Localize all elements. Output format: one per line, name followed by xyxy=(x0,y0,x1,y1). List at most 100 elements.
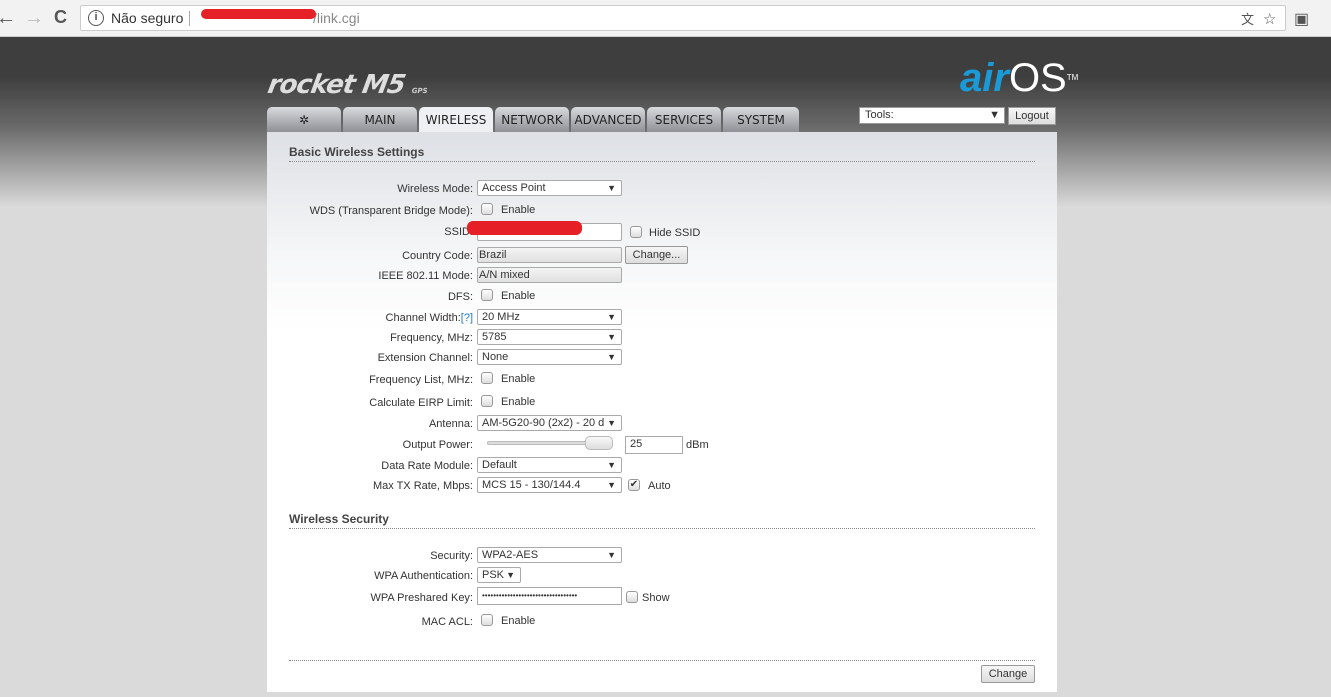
wpa-auth-row: WPA Authentication: PSK ▼ xyxy=(267,567,1057,587)
extension-icon[interactable]: ▣ xyxy=(1294,9,1309,29)
country-code-field: Brazil xyxy=(477,247,622,263)
auto-checkbox[interactable]: ✔ xyxy=(628,479,640,491)
tab-advanced[interactable]: ADVANCED xyxy=(571,107,645,132)
airos-logo: airOSTM xyxy=(960,56,1079,100)
frequency-list-checkbox[interactable] xyxy=(481,372,493,384)
browser-toolbar: ← → C i Não seguro /link.cgi 文 ☆ ▣ xyxy=(0,0,1331,37)
label: Channel Width:[?] xyxy=(385,312,473,324)
section-title-security: Wireless Security xyxy=(289,512,1035,529)
change-country-button[interactable]: Change... xyxy=(625,246,688,264)
back-button[interactable]: ← xyxy=(0,7,16,30)
url-text: /link.cgi xyxy=(313,10,360,26)
label: Output Power: xyxy=(402,439,473,451)
label: WDS (Transparent Bridge Mode): xyxy=(309,205,473,217)
mac-acl-row: MAC ACL: Enable xyxy=(267,613,1057,633)
section-title-basic: Basic Wireless Settings xyxy=(289,145,1035,162)
wds-row: WDS (Transparent Bridge Mode): Enable xyxy=(267,202,1057,222)
frequency-row: Frequency, MHz: 5785 ▼ xyxy=(267,329,1057,349)
security-label: Não seguro xyxy=(111,10,184,26)
unit-label: dBm xyxy=(686,439,709,451)
hide-ssid-checkbox[interactable] xyxy=(630,226,642,238)
max-tx-row: Max TX Rate, Mbps: MCS 15 - 130/144.4 ▼ ✔… xyxy=(267,477,1057,497)
label: Show xyxy=(642,592,670,604)
wpa-auth-select[interactable]: PSK ▼ xyxy=(477,567,521,583)
extension-channel-select[interactable]: None ▼ xyxy=(477,349,622,365)
security-row: Security: WPA2-AES ▼ xyxy=(267,547,1057,567)
rocket-m5-logo: rocket M5 GPS xyxy=(265,70,429,100)
data-rate-select[interactable]: Default ▼ xyxy=(477,457,622,473)
label: WPA Authentication: xyxy=(374,570,473,582)
label: DFS: xyxy=(447,291,473,303)
eirp-checkbox[interactable] xyxy=(481,395,493,407)
ssid-row: SSID: Hide SSID xyxy=(267,221,1057,243)
output-power-row: Output Power: 25 dBm xyxy=(267,436,1057,456)
psk-input[interactable]: •••••••••••••••••••••••••••••••••• xyxy=(477,587,622,605)
label: Hide SSID xyxy=(649,227,701,239)
logout-button[interactable]: Logout xyxy=(1008,107,1056,125)
redaction xyxy=(201,9,316,19)
mac-acl-checkbox[interactable] xyxy=(481,614,493,626)
label: Max TX Rate, Mbps: xyxy=(372,480,473,492)
show-key-checkbox[interactable] xyxy=(626,591,638,603)
extension-channel-row: Extension Channel: None ▼ xyxy=(267,349,1057,369)
country-row: Country Code: Brazil Change... xyxy=(267,246,1057,267)
info-icon[interactable]: i xyxy=(88,10,104,26)
tab-services[interactable]: SERVICES xyxy=(647,107,721,132)
label: Enable xyxy=(501,290,536,302)
tools-select[interactable]: Tools: ▼ xyxy=(859,107,1005,124)
label: Country Code: xyxy=(402,250,473,262)
label: Enable xyxy=(501,615,536,627)
dfs-row: DFS: Enable xyxy=(267,288,1057,308)
channel-width-row: Channel Width:[?] 20 MHz ▼ xyxy=(267,309,1057,329)
antenna-row: Antenna: AM-5G20-90 (2x2) - 20 dBi ▼ xyxy=(267,415,1057,435)
address-bar[interactable]: i Não seguro /link.cgi 文 ☆ xyxy=(80,5,1286,31)
tab-system[interactable]: SYSTEM xyxy=(723,107,799,132)
dfs-checkbox[interactable] xyxy=(481,289,493,301)
footer-divider xyxy=(289,660,1035,661)
ieee-mode-field: A/N mixed xyxy=(477,267,622,283)
main-tabs: ✲ MAIN WIRELESS NETWORK ADVANCED SERVICE… xyxy=(267,107,801,133)
wds-checkbox[interactable] xyxy=(481,203,493,215)
label: Enable xyxy=(501,396,536,408)
antenna-select[interactable]: AM-5G20-90 (2x2) - 20 dBi ▼ xyxy=(477,415,622,431)
output-power-input[interactable]: 25 xyxy=(625,436,683,454)
label: Data Rate Module: xyxy=(381,460,473,472)
reload-button[interactable]: C xyxy=(54,7,67,28)
label: Calculate EIRP Limit: xyxy=(369,397,473,409)
content-panel: Basic Wireless Settings Wireless Mode: A… xyxy=(267,132,1057,692)
translate-icon[interactable]: 文 xyxy=(1241,8,1254,32)
label: Enable xyxy=(501,204,536,216)
change-button[interactable]: Change xyxy=(981,665,1035,683)
tab-main[interactable]: MAIN xyxy=(343,107,417,132)
label: Security: xyxy=(430,550,473,562)
label: Frequency, MHz: xyxy=(390,332,473,344)
redaction xyxy=(467,221,582,235)
tab-ubnt-logo[interactable]: ✲ xyxy=(267,107,341,132)
psk-row: WPA Preshared Key: •••••••••••••••••••••… xyxy=(267,587,1057,607)
wireless-mode-row: Wireless Mode: Access Point ▼ xyxy=(267,180,1057,200)
label: Antenna: xyxy=(428,418,473,430)
label: Extension Channel: xyxy=(377,352,473,364)
label: WPA Preshared Key: xyxy=(370,592,473,604)
label: Wireless Mode: xyxy=(397,183,473,195)
tab-wireless[interactable]: WIRELESS xyxy=(419,107,493,133)
label: MAC ACL: xyxy=(421,616,473,628)
label: Auto xyxy=(648,480,671,492)
output-power-slider[interactable] xyxy=(487,441,597,445)
wireless-mode-select[interactable]: Access Point ▼ xyxy=(477,180,622,196)
security-select[interactable]: WPA2-AES ▼ xyxy=(477,547,622,563)
star-icon[interactable]: ☆ xyxy=(1263,8,1276,32)
slider-thumb[interactable] xyxy=(585,436,613,450)
label: IEEE 802.11 Mode: xyxy=(378,270,473,282)
eirp-row: Calculate EIRP Limit: Enable xyxy=(267,394,1057,414)
frequency-select[interactable]: 5785 ▼ xyxy=(477,329,622,345)
forward-button[interactable]: → xyxy=(24,7,44,30)
frequency-list-row: Frequency List, MHz: Enable xyxy=(267,371,1057,391)
tab-network[interactable]: NETWORK xyxy=(495,107,569,132)
data-rate-row: Data Rate Module: Default ▼ xyxy=(267,457,1057,477)
channel-width-select[interactable]: 20 MHz ▼ xyxy=(477,309,622,325)
max-tx-select[interactable]: MCS 15 - 130/144.4 ▼ xyxy=(477,477,622,493)
divider xyxy=(189,11,190,26)
help-link[interactable]: [?] xyxy=(461,312,473,324)
label: Frequency List, MHz: xyxy=(369,374,473,386)
